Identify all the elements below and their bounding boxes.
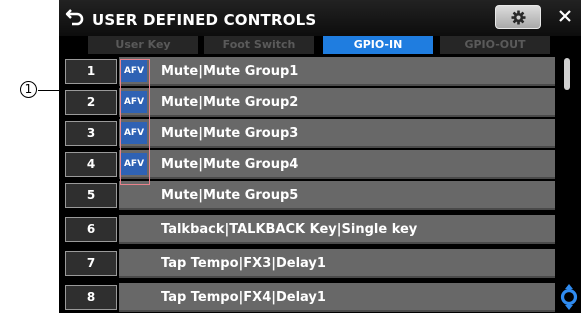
port-number-button[interactable]: 1 xyxy=(65,59,117,84)
port-number-button[interactable]: 5 xyxy=(65,183,117,208)
tab-bar: User Key Foot Switch GPIO-IN GPIO-OUT xyxy=(88,36,550,56)
settings-button[interactable] xyxy=(495,5,541,29)
assignment-cell[interactable]: Mute|Mute Group5 xyxy=(119,181,555,210)
assignment-label: Mute|Mute Group4 xyxy=(161,157,299,172)
assignment-cell[interactable]: Tap Tempo|FX3|Delay1 xyxy=(119,249,555,278)
port-number-button[interactable]: 7 xyxy=(65,251,117,276)
list-row-5: 5 Mute|Mute Group5 xyxy=(59,181,581,210)
close-icon[interactable] xyxy=(557,8,573,24)
gear-icon xyxy=(511,10,526,25)
page-title: USER DEFINED CONTROLS xyxy=(92,11,317,29)
assignment-label: Mute|Mute Group5 xyxy=(161,188,299,203)
callout-number-badge: 1 xyxy=(20,81,37,98)
assignment-label: Mute|Mute Group2 xyxy=(161,95,299,110)
assignment-cell[interactable]: Tap Tempo|FX4|Delay1 xyxy=(119,283,555,312)
list-row-8: 8 Tap Tempo|FX4|Delay1 xyxy=(59,283,581,312)
assignment-cell[interactable]: Talkback|TALKBACK Key|Single key xyxy=(119,215,555,244)
assignment-cell[interactable]: AFV Mute|Mute Group4 xyxy=(119,150,555,179)
scroll-knob-icon[interactable] xyxy=(558,283,580,311)
scrollbar-thumb[interactable] xyxy=(564,58,570,90)
port-number-button[interactable]: 2 xyxy=(65,90,117,115)
assignment-label: Talkback|TALKBACK Key|Single key xyxy=(161,222,418,237)
assignment-label: Mute|Mute Group3 xyxy=(161,126,299,141)
list-row-7: 7 Tap Tempo|FX3|Delay1 xyxy=(59,249,581,278)
tab-user-key[interactable]: User Key xyxy=(88,36,198,54)
list-scrollbar[interactable] xyxy=(559,55,577,305)
assignment-label: Tap Tempo|FX4|Delay1 xyxy=(161,290,326,305)
tab-gpio-out[interactable]: GPIO-OUT xyxy=(440,36,550,54)
port-number-button[interactable]: 6 xyxy=(65,217,117,242)
port-number-button[interactable]: 3 xyxy=(65,121,117,146)
assignment-label: Tap Tempo|FX3|Delay1 xyxy=(161,256,326,271)
list-row-6: 6 Talkback|TALKBACK Key|Single key xyxy=(59,215,581,244)
port-number-button[interactable]: 8 xyxy=(65,285,117,310)
port-number-button[interactable]: 4 xyxy=(65,152,117,177)
title-bar: USER DEFINED CONTROLS xyxy=(59,0,581,36)
assignment-label: Mute|Mute Group1 xyxy=(161,64,299,79)
back-arrow-icon[interactable] xyxy=(65,6,87,28)
afv-callout-highlight xyxy=(120,59,150,185)
assignment-cell[interactable]: AFV Mute|Mute Group3 xyxy=(119,119,555,148)
assignment-cell[interactable]: AFV Mute|Mute Group2 xyxy=(119,88,555,117)
tab-gpio-in[interactable]: GPIO-IN xyxy=(323,36,433,54)
assignment-cell[interactable]: AFV Mute|Mute Group1 xyxy=(119,57,555,86)
tab-foot-switch[interactable]: Foot Switch xyxy=(204,36,314,54)
